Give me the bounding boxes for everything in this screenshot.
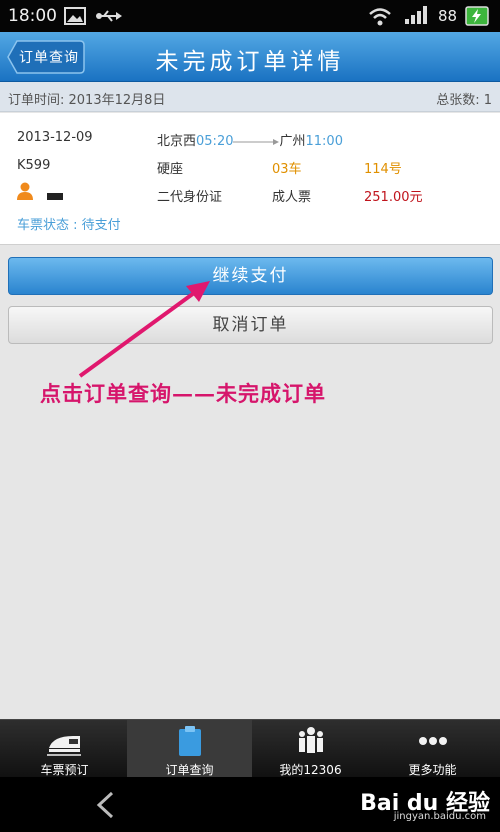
order-time: 订单时间: 2013年12月8日 (8, 93, 166, 108)
arrive-time: 11:00 (305, 134, 343, 149)
nav-item-ticket-booking[interactable]: 车票预订 (2, 720, 127, 778)
ticket-price: 251.00元 (364, 190, 423, 205)
id-type: 二代身份证 (157, 190, 223, 205)
nav-item-order-query[interactable]: 订单查询 (127, 720, 252, 778)
nav-label-more: 更多功能 (408, 763, 457, 777)
ticket-status: 车票状态 : 待支付 (17, 218, 121, 233)
nav-label-my-12306: 我的12306 (279, 763, 342, 777)
order-info-bar: 订单时间: 2013年12月8日 总张数: 1 (0, 82, 500, 112)
from-station: 北京西 (157, 134, 197, 149)
wifi-icon (369, 8, 391, 26)
bottom-nav: 车票预订 订单查询 我的12306 更多功能 (0, 719, 500, 778)
battery-level: 88 (438, 7, 458, 25)
train-number: K599 (17, 158, 51, 173)
route-arrow-icon (233, 138, 280, 145)
coach-number: 03车 (272, 162, 302, 177)
to-station: 广州 (279, 134, 306, 149)
total-count: 总张数: 1 (436, 93, 492, 108)
annotation-text: 点击订单查询——未完成订单 (40, 381, 326, 406)
nav-item-my-12306[interactable]: 我的12306 (248, 720, 373, 778)
status-bar: 18:00 88 (0, 0, 500, 32)
system-back-icon[interactable] (94, 791, 116, 819)
nav-label-order-query: 订单查询 (165, 763, 214, 777)
seat-type: 硬座 (157, 162, 184, 177)
title-bar: 订单查询 未完成订单详情 (0, 32, 500, 82)
more-icon (419, 737, 447, 745)
travel-date: 2013-12-09 (17, 130, 93, 145)
ticket-type: 成人票 (272, 190, 312, 205)
people-icon (299, 727, 323, 753)
clipboard-icon (179, 726, 201, 756)
status-time: 18:00 (8, 6, 57, 26)
passenger-icon (17, 182, 33, 200)
seat-number: 114号 (364, 162, 402, 177)
order-card: 2013-12-09 北京西05:20 广州11:00 K599 硬座 03车 1… (0, 113, 500, 245)
nav-label-ticket-booking: 车票预订 (40, 763, 89, 777)
train-icon (47, 736, 81, 756)
usb-icon (96, 10, 122, 22)
continue-payment-button[interactable]: 继续支付 (8, 257, 493, 295)
route: 北京西05:20 广州11:00 (157, 130, 343, 149)
depart-time: 05:20 (196, 134, 234, 149)
page-title: 未完成订单详情 (155, 49, 345, 75)
cancel-order-button[interactable]: 取消订单 (8, 306, 493, 344)
passenger-name-redacted (47, 193, 63, 200)
image-icon (64, 7, 86, 25)
nav-item-more[interactable]: 更多功能 (370, 720, 495, 778)
watermark-url: jingyan.baidu.com (393, 811, 486, 822)
signal-icon (405, 6, 427, 24)
battery-charging-icon (465, 6, 489, 26)
system-bar: Bai du 经验 jingyan.baidu.com (0, 777, 500, 832)
